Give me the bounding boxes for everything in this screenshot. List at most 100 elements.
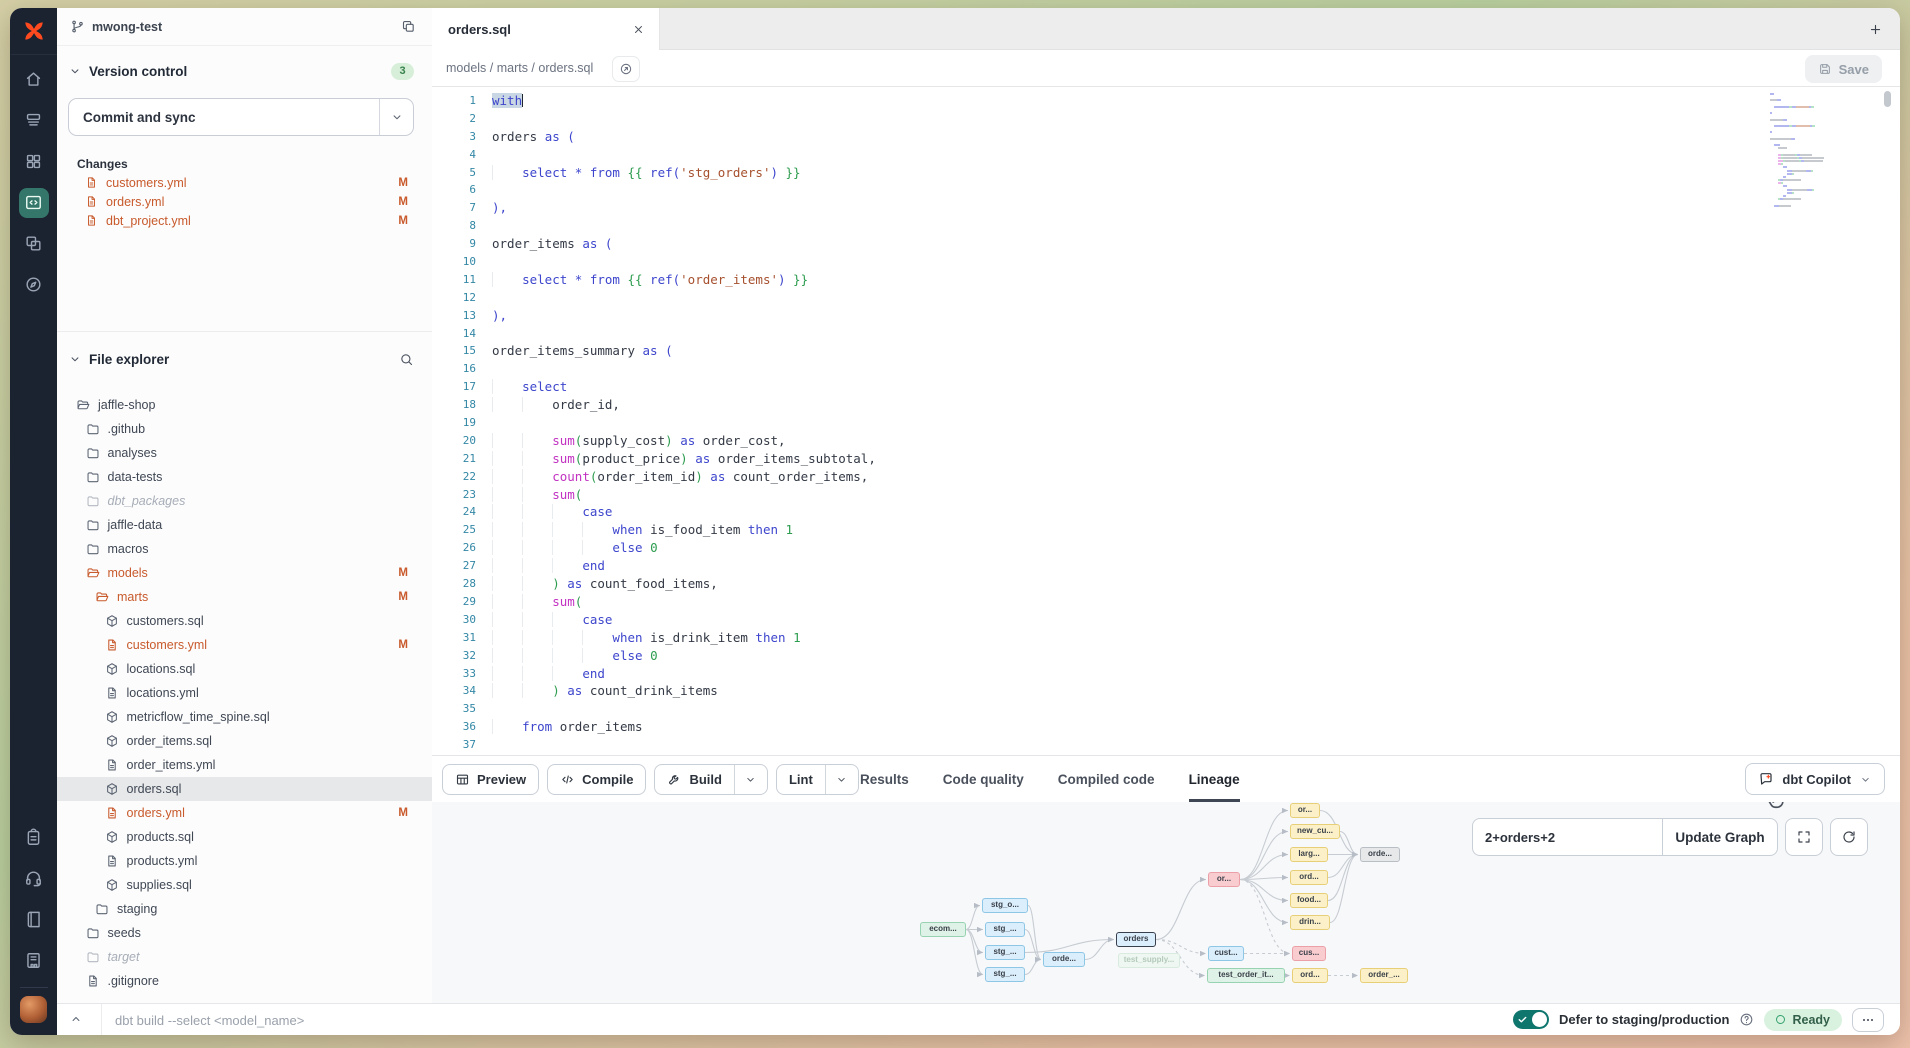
tab-code-quality[interactable]: Code quality: [943, 756, 1024, 802]
tree-item-orders.sql[interactable]: orders.sql: [57, 777, 432, 801]
lineage-node-test_order_it[interactable]: test_order_it...: [1207, 968, 1285, 983]
lineage-node-new_cu[interactable]: new_cu...: [1290, 824, 1340, 839]
tree-item-order_items.sql[interactable]: order_items.sql: [57, 729, 432, 753]
help-icon[interactable]: [1739, 1012, 1754, 1027]
defer-toggle[interactable]: [1513, 1010, 1549, 1029]
tree-item-seeds[interactable]: seeds: [57, 921, 432, 945]
lineage-node-drin[interactable]: drin...: [1290, 915, 1330, 930]
sidebar-item-headset[interactable]: [11, 858, 57, 899]
minimap[interactable]: [1770, 93, 1834, 211]
tree-item-orders.yml[interactable]: orders.ymlM: [57, 801, 432, 825]
collapse-panel-button[interactable]: [69, 1012, 83, 1026]
tree-item-analyses[interactable]: analyses: [57, 441, 432, 465]
fullscreen-button[interactable]: [1785, 818, 1823, 856]
lineage-selector-input[interactable]: [1472, 818, 1662, 856]
lineage-node-ecom[interactable]: ecom...: [920, 922, 966, 937]
changed-file-dbt_project.yml[interactable]: dbt_project.ymlM: [57, 211, 432, 230]
search-icon[interactable]: [399, 352, 414, 367]
workspace-switcher[interactable]: mwong-test: [57, 8, 432, 46]
line-number-gutter: 1234567891011121314151617181920212223242…: [432, 92, 476, 754]
lint-button[interactable]: Lint: [776, 764, 859, 795]
tree-item-metricflow_time_spine.sql[interactable]: metricflow_time_spine.sql: [57, 705, 432, 729]
scrollbar-thumb[interactable]: [1884, 91, 1891, 107]
tree-item-jaffle-data[interactable]: jaffle-data: [57, 513, 432, 537]
changed-file-orders.yml[interactable]: orders.ymlM: [57, 192, 432, 211]
commit-options-chevron[interactable]: [379, 99, 413, 135]
tree-item-customers.sql[interactable]: customers.sql: [57, 609, 432, 633]
lineage-node-stg_[interactable]: stg_...: [985, 967, 1025, 982]
tab-lineage[interactable]: Lineage: [1189, 756, 1240, 802]
sidebar-item-clipboard[interactable]: [11, 817, 57, 858]
sidebar-item-compass[interactable]: [11, 264, 57, 305]
lineage-node-orders[interactable]: orders: [1116, 932, 1156, 947]
copy-icon[interactable]: [401, 19, 416, 34]
tree-item-jaffle-shop[interactable]: jaffle-shop: [57, 393, 432, 417]
close-icon[interactable]: [632, 23, 645, 36]
tab-results[interactable]: Results: [860, 756, 909, 802]
more-options-button[interactable]: [1852, 1008, 1884, 1032]
lint-options-chevron[interactable]: [825, 765, 852, 794]
tree-item-macros[interactable]: macros: [57, 537, 432, 561]
sidebar-item-code-window[interactable]: [11, 182, 57, 223]
lineage-node-orde[interactable]: orde...: [1360, 847, 1400, 862]
dbt-command-input[interactable]: [113, 1007, 717, 1034]
version-control-header[interactable]: Version control 3: [57, 60, 432, 82]
tree-item-customers.yml[interactable]: customers.ymlM: [57, 633, 432, 657]
lineage-node-ord[interactable]: ord...: [1292, 968, 1328, 983]
lineage-node-stg_[interactable]: stg_...: [985, 922, 1025, 937]
sidebar-item-stack[interactable]: [11, 100, 57, 141]
ide-status-pill[interactable]: Ready: [1764, 1009, 1842, 1031]
tab-compiled-code[interactable]: Compiled code: [1058, 756, 1155, 802]
build-options-chevron[interactable]: [734, 765, 761, 794]
commit-and-sync-button[interactable]: Commit and sync: [68, 98, 414, 136]
tree-item-.gitignore[interactable]: .gitignore: [57, 969, 432, 993]
user-avatar[interactable]: [20, 996, 47, 1023]
lineage-node-order_[interactable]: order_...: [1360, 968, 1408, 983]
sidebar-item-book[interactable]: [11, 899, 57, 940]
open-lineage-button[interactable]: [612, 56, 640, 82]
lineage-node-stg_[interactable]: stg_...: [985, 945, 1025, 960]
tree-item-locations.yml[interactable]: locations.yml: [57, 681, 432, 705]
sidebar-item-squares[interactable]: [11, 223, 57, 264]
dbt-logo[interactable]: [11, 8, 57, 55]
tree-item-models[interactable]: modelsM: [57, 561, 432, 585]
tree-item-target[interactable]: target: [57, 945, 432, 969]
tree-item-staging[interactable]: staging: [57, 897, 432, 921]
tree-item-.github[interactable]: .github: [57, 417, 432, 441]
dbt-copilot-button[interactable]: dbt Copilot: [1745, 763, 1885, 795]
new-tab-button[interactable]: [1863, 17, 1887, 41]
tree-item-supplies.sql[interactable]: supplies.sql: [57, 873, 432, 897]
lineage-node-ord[interactable]: ord...: [1290, 870, 1328, 885]
tree-item-products.yml[interactable]: products.yml: [57, 849, 432, 873]
code-content[interactable]: withorders as ( select * from {{ ref('st…: [492, 92, 876, 754]
lineage-node-test_supply[interactable]: test_supply...: [1118, 953, 1180, 968]
compile-button[interactable]: Compile: [547, 764, 646, 795]
tree-item-marts[interactable]: martsM: [57, 585, 432, 609]
save-button[interactable]: Save: [1805, 55, 1882, 83]
lineage-node-larg[interactable]: larg...: [1290, 847, 1328, 862]
lineage-node-cus[interactable]: cus...: [1292, 946, 1326, 961]
lineage-node-stg_o[interactable]: stg_o...: [982, 898, 1028, 913]
update-graph-button[interactable]: Update Graph: [1662, 818, 1778, 856]
tree-item-locations.sql[interactable]: locations.sql: [57, 657, 432, 681]
tree-item-dbt_packages[interactable]: dbt_packages: [57, 489, 432, 513]
sidebar-item-grid[interactable]: [11, 141, 57, 182]
lineage-node-cust[interactable]: cust...: [1208, 946, 1244, 961]
tree-item-products.sql[interactable]: products.sql: [57, 825, 432, 849]
sidebar-item-building[interactable]: [11, 940, 57, 981]
line-number: 6: [432, 181, 476, 199]
refresh-button[interactable]: [1830, 818, 1868, 856]
preview-button[interactable]: Preview: [442, 764, 539, 795]
sidebar-item-home[interactable]: [11, 59, 57, 100]
build-button[interactable]: Build: [654, 764, 768, 795]
tab-orders-sql[interactable]: orders.sql: [432, 8, 660, 50]
changed-file-customers.yml[interactable]: customers.ymlM: [57, 173, 432, 192]
lineage-node-orde[interactable]: orde...: [1043, 952, 1085, 967]
lineage-node-or[interactable]: or...: [1290, 803, 1320, 818]
code-editor[interactable]: 1234567891011121314151617181920212223242…: [432, 87, 1900, 755]
tree-item-order_items.yml[interactable]: order_items.yml: [57, 753, 432, 777]
lineage-node-food[interactable]: food...: [1290, 893, 1328, 908]
tree-item-data-tests[interactable]: data-tests: [57, 465, 432, 489]
file-explorer-header[interactable]: File explorer: [57, 348, 432, 370]
lineage-node-or[interactable]: or...: [1208, 872, 1240, 887]
